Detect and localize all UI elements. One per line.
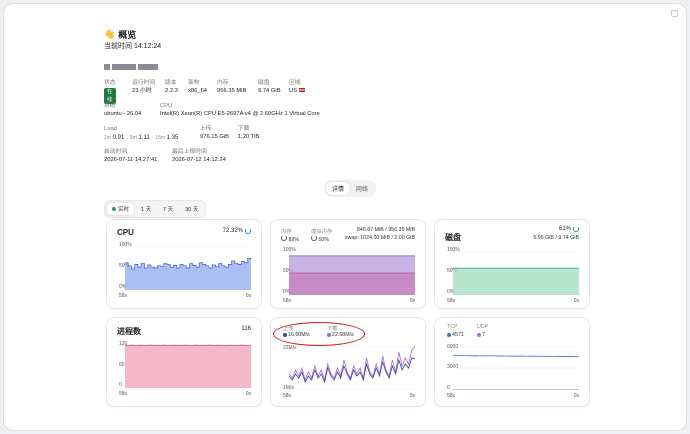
- network-chart: [289, 346, 415, 390]
- info-system: 系统 ubuntu - 26.04: [104, 103, 142, 117]
- server-name-redacted: [104, 64, 158, 70]
- info-boot-time: 启动时间 2026-07-11 14:27:41: [104, 149, 158, 163]
- swap-area: [289, 273, 415, 295]
- us-flag-icon: [298, 88, 305, 93]
- disk-card-title: 磁盘: [445, 233, 461, 242]
- memory-ring-icon: [281, 235, 287, 241]
- memory-card: 内存 89% 虚拟内存 50% 846.87 MiB / 956.35 MiB …: [270, 219, 426, 309]
- info-uptime: 运行时间 23 小时: [132, 80, 156, 94]
- highlight-annotation: [273, 322, 365, 346]
- info-arch: 架构 x86_64: [188, 80, 208, 94]
- info-memory: 内存 956.35 MiB: [217, 80, 247, 94]
- info-last-report: 最后上报时间 2026-07-12 14:12:24: [172, 149, 226, 163]
- cpu-ring-icon: [245, 228, 251, 234]
- info-version: 版本 2.2.3: [165, 80, 178, 94]
- cpu-percent: 72.32%: [223, 228, 251, 234]
- info-disk: 磁盘 9.74 GiB: [258, 80, 281, 94]
- disk-ring-icon: [573, 226, 579, 232]
- live-dot-icon: [112, 207, 116, 211]
- status-badge: 在线: [104, 87, 116, 104]
- info-status: 状态 在线: [104, 80, 116, 104]
- tcp-dot-icon: [447, 332, 451, 337]
- process-count: 116: [241, 326, 251, 332]
- range-tab-7d[interactable]: 7 天: [158, 203, 178, 215]
- current-time: 当前时间 14:12:24: [104, 43, 162, 50]
- tab-detail[interactable]: 详情: [326, 182, 351, 195]
- process-card-title: 进程数: [117, 327, 141, 336]
- view-tabs: 详情 网络: [324, 180, 377, 197]
- disk-chart: [453, 251, 579, 295]
- app-window: 👋 概览 当前时间 14:12:24 状态 在线 运行时间 23 小时 版本 2…: [3, 3, 687, 431]
- range-tab-live[interactable]: 实时: [107, 203, 135, 215]
- info-upload: 上传 976.15 GiB: [200, 126, 230, 140]
- cpu-chart: [125, 246, 251, 290]
- disk-card: 磁盘 61% 5.95 GiB / 9.74 GiB 100% 50% 0% 5…: [434, 219, 590, 309]
- waving-hand-icon: 👋: [104, 29, 116, 39]
- page-title: 👋 概览: [104, 29, 137, 40]
- cpu-card-title: CPU: [117, 228, 134, 237]
- tcp-line: [453, 355, 579, 357]
- process-chart: [125, 344, 251, 388]
- cpu-area: [125, 258, 251, 290]
- info-download: 下载 1.20 TiB: [238, 126, 260, 140]
- info-load: Load 1m 0.91 5m 1.11 15m 1.35: [104, 126, 179, 141]
- tab-network[interactable]: 网络: [350, 182, 374, 195]
- process-card: 进程数 116 120 60 0 58s 0s: [106, 317, 262, 407]
- swap-ring-icon: [311, 235, 317, 241]
- process-area: [125, 345, 251, 388]
- info-cpu: CPU Intel(R) Xeon(R) CPU E5-2697A v4 @ 2…: [160, 103, 320, 117]
- cpu-card: CPU 72.32% 100% 50% 0% 58s 0s: [106, 219, 262, 309]
- connections-card: TCP 4571 UDP 7 6000 3000 0 58s 0s: [434, 317, 590, 407]
- connections-chart: [453, 346, 579, 390]
- info-region: 区域 US: [289, 80, 305, 96]
- window-corner-icon[interactable]: [671, 10, 678, 17]
- time-range-tabs: 实时 1 天 7 天 30 天: [104, 200, 207, 218]
- range-tab-1d[interactable]: 1 天: [136, 203, 156, 215]
- memory-chart: [289, 251, 415, 295]
- disk-percent: 61%: [559, 226, 579, 232]
- range-tab-30d[interactable]: 30 天: [180, 203, 203, 215]
- disk-area: [453, 268, 579, 295]
- udp-dot-icon: [477, 332, 481, 337]
